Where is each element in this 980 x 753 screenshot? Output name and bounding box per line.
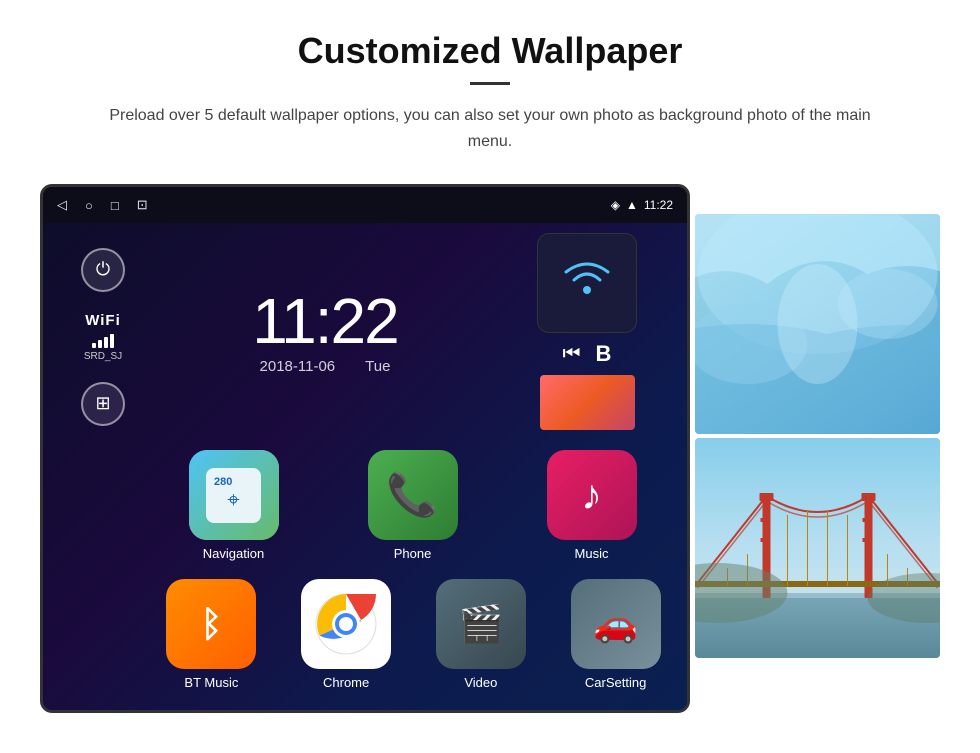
chrome-app[interactable]: Chrome	[283, 579, 410, 690]
clock-date: 2018-11-06 Tue	[153, 358, 497, 375]
recent-icon: □	[111, 198, 119, 213]
video-symbol: 🎬	[458, 603, 503, 645]
signal-app-box[interactable]	[537, 233, 637, 333]
nav-shield: 280 ⌖	[206, 468, 261, 523]
back-icon: ◁	[57, 197, 67, 213]
wifi-label: WiFi	[84, 312, 122, 329]
time-display: 11:22	[644, 198, 673, 212]
wifi-bar-2	[98, 340, 102, 348]
carsetting-app[interactable]: 🚗 CarSetting	[552, 579, 679, 690]
media-letter-b: B	[596, 341, 612, 367]
wifi-bar-4	[110, 334, 114, 348]
bt-symbol: ᛒ	[201, 603, 223, 645]
app-grid-row1: 280 ⌖ Navigation 📞 Phone	[43, 440, 687, 571]
bt-music-app[interactable]: ᛒ BT Music	[148, 579, 275, 690]
phone-label: Phone	[394, 546, 432, 561]
wifi-ssid: SRD_SJ	[84, 351, 122, 362]
media-controls: ⏮ B	[563, 341, 612, 367]
chrome-svg	[301, 579, 391, 669]
phone-symbol: 📞	[386, 471, 438, 520]
signal-svg	[552, 248, 622, 318]
bridge-wallpaper-bg	[695, 438, 940, 658]
left-sidebar: ⏻ WiFi SRD_SJ ⊞	[53, 238, 153, 426]
carsetting-symbol: 🚗	[593, 603, 638, 645]
carsetting-label: CarSetting	[585, 675, 646, 690]
phone-app[interactable]: 📞 Phone	[327, 450, 498, 561]
bridge-svg	[695, 438, 940, 658]
wallpaper-bridge[interactable]	[695, 438, 940, 658]
page-title: Customized Wallpaper	[40, 30, 940, 72]
screen-body: ⏻ WiFi SRD_SJ ⊞	[43, 223, 687, 710]
apps-button[interactable]: ⊞	[81, 382, 125, 426]
chrome-icon	[301, 579, 391, 669]
clock-section: ⏻ WiFi SRD_SJ ⊞	[43, 233, 687, 440]
ice-wallpaper-bg	[695, 214, 940, 434]
prev-track-icon[interactable]: ⏮	[563, 343, 581, 366]
wallpaper-ice[interactable]	[695, 214, 940, 434]
navigation-label: Navigation	[203, 546, 264, 561]
content-area: ◁ ○ □ ⊡ ◈ ▲ 11:22 ⏻	[40, 184, 940, 713]
status-bar: ◁ ○ □ ⊡ ◈ ▲ 11:22	[43, 187, 687, 223]
music-icon: ♪	[547, 450, 637, 540]
clock-main: 11:22 2018-11-06 Tue	[153, 289, 497, 375]
chrome-label: Chrome	[323, 675, 369, 690]
phone-icon: 📞	[368, 450, 458, 540]
wifi-bar-1	[92, 343, 96, 348]
wifi-bar-3	[104, 337, 108, 348]
bt-music-icon: ᛒ	[166, 579, 256, 669]
music-note-symbol: ♪	[581, 471, 602, 519]
status-left: ◁ ○ □ ⊡	[57, 197, 148, 213]
app-grid-row2: ᛒ BT Music	[43, 579, 687, 690]
wifi-bars	[84, 332, 122, 348]
music-app[interactable]: ♪ Music	[506, 450, 677, 561]
carsetting-icon: 🚗	[571, 579, 661, 669]
video-icon: 🎬	[436, 579, 526, 669]
status-right: ◈ ▲ 11:22	[611, 198, 673, 212]
clock-time: 11:22	[153, 289, 497, 353]
nav-map-icon: ⌖	[227, 487, 239, 513]
title-divider	[470, 82, 510, 85]
music-label: Music	[575, 546, 609, 561]
location-icon: ◈	[611, 198, 620, 212]
clock-date-value: 2018-11-06	[260, 358, 336, 375]
wifi-status-icon: ▲	[626, 198, 638, 212]
clock-right: ⏮ B	[497, 233, 677, 430]
wifi-info: WiFi SRD_SJ	[84, 312, 122, 362]
power-button[interactable]: ⏻	[81, 248, 125, 292]
video-app[interactable]: 🎬 Video	[418, 579, 545, 690]
ice-cave-svg	[695, 214, 940, 434]
navigation-icon: 280 ⌖	[189, 450, 279, 540]
video-label: Video	[464, 675, 497, 690]
nav-badge: 280	[214, 476, 232, 488]
device-wallpaper-thumb	[540, 375, 635, 430]
page-container: Customized Wallpaper Preload over 5 defa…	[0, 0, 980, 753]
home-icon: ○	[85, 198, 93, 213]
page-description: Preload over 5 default wallpaper options…	[100, 103, 880, 154]
wallpaper-panel	[695, 214, 940, 658]
device-mockup: ◁ ○ □ ⊡ ◈ ▲ 11:22 ⏻	[40, 184, 690, 713]
nav-inner: 280 ⌖	[189, 450, 279, 540]
navigation-app[interactable]: 280 ⌖ Navigation	[148, 450, 319, 561]
bt-music-label: BT Music	[184, 675, 238, 690]
clock-day: Tue	[365, 358, 390, 375]
screenshot-icon: ⊡	[137, 197, 148, 213]
